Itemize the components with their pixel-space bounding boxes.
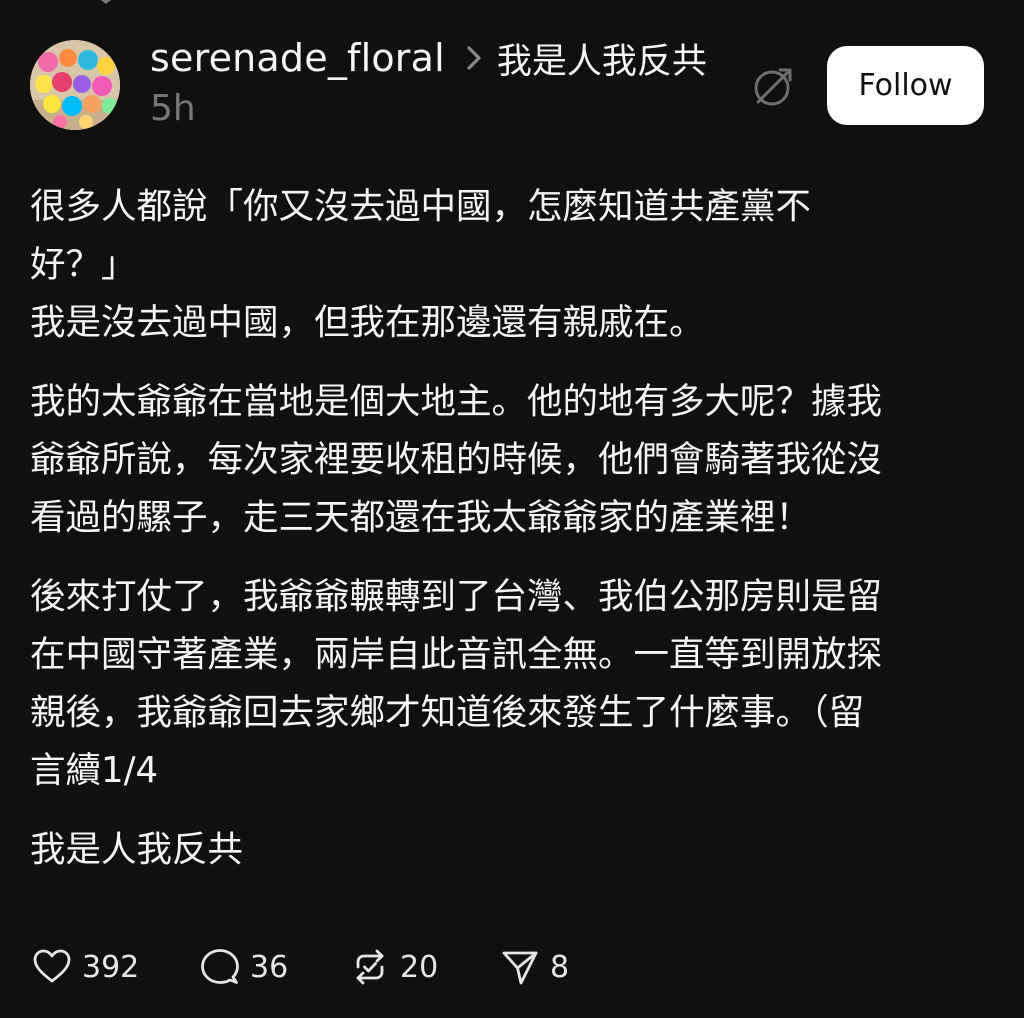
- repost-button[interactable]: 20: [350, 944, 438, 990]
- like-count: 392: [82, 949, 140, 985]
- post-body: 很多人都說「你又沒去過中國，怎麼知道共產黨不 好？」 我是沒去過中國，但我在那邊…: [30, 178, 960, 879]
- partial-top-icon: [88, 0, 124, 6]
- comment-bubble-icon: [200, 947, 240, 987]
- avatar[interactable]: [30, 40, 120, 130]
- body-line: 後來打仗了，我爺爺輾轉到了台灣、我伯公那房則是留: [30, 576, 883, 617]
- comment-button[interactable]: 36: [200, 944, 288, 990]
- follow-button[interactable]: Follow: [827, 46, 984, 125]
- post-header: serenade_floral 我是人我反共: [150, 30, 707, 86]
- body-line: 親後，我爺爺回去家鄉才知道後來發生了什麼事。（留: [30, 692, 865, 733]
- mute-icon[interactable]: [750, 64, 796, 110]
- body-line: 我的太爺爺在當地是個大地主。他的地有多大呢？據我: [30, 381, 883, 422]
- topic-tag-link[interactable]: 我是人我反共: [497, 33, 707, 84]
- like-button[interactable]: 392: [32, 944, 139, 990]
- body-line: 好？」: [30, 244, 137, 285]
- share-count: 8: [550, 949, 570, 985]
- comment-count: 36: [250, 949, 289, 985]
- body-line: 我是沒去過中國，但我在那邊還有親戚在。: [30, 302, 705, 343]
- repost-count: 20: [400, 949, 439, 985]
- chevron-right-icon: [459, 38, 489, 78]
- heart-icon: [32, 947, 72, 987]
- body-line: 很多人都說「你又沒去過中國，怎麼知道共產黨不: [30, 186, 812, 227]
- body-line: 言續1/4: [30, 750, 159, 791]
- repost-icon: [350, 947, 390, 987]
- username-link[interactable]: serenade_floral: [150, 36, 445, 80]
- body-line: 爺爺所說，每次家裡要收租的時候，他們會騎著我從沒: [30, 439, 883, 480]
- hashtag-line[interactable]: 我是人我反共: [30, 821, 960, 879]
- body-line: 看過的騾子，走三天都還在我太爺爺家的產業裡！: [30, 497, 812, 538]
- post-timestamp: 5h: [150, 88, 196, 129]
- send-icon: [500, 947, 540, 987]
- body-line: 在中國守著產業，兩岸自此音訊全無。一直等到開放探: [30, 634, 883, 675]
- share-button[interactable]: 8: [500, 944, 569, 990]
